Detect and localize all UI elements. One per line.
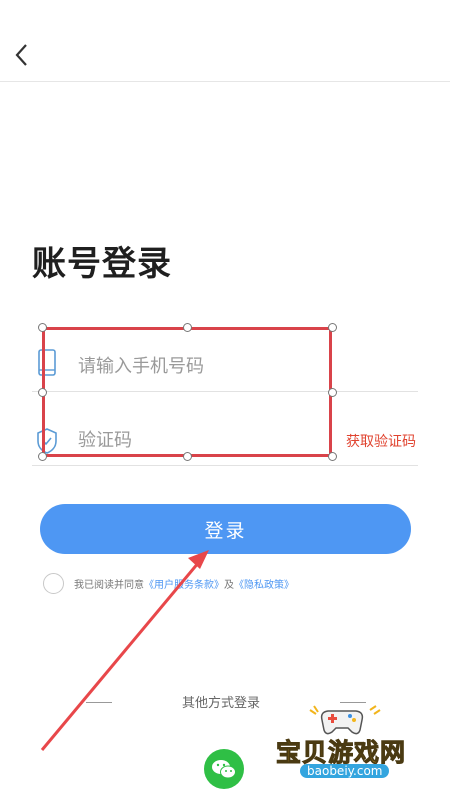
wechat-icon: [212, 760, 236, 779]
annotation-handle: [183, 323, 192, 332]
annotation-handle: [328, 388, 337, 397]
wechat-login-button[interactable]: [204, 749, 244, 789]
annotation-handle: [38, 388, 47, 397]
privacy-link[interactable]: 《隐私政策》: [234, 576, 294, 591]
page-title: 账号登录: [32, 244, 172, 284]
agreement-text: 我已阅读并同意: [74, 579, 144, 591]
annotation-handle: [38, 323, 47, 332]
annotation-highlight-box: [42, 327, 332, 457]
terms-link[interactable]: 《用户服务条款》: [144, 576, 224, 591]
watermark-logo: 宝贝游戏网 baobeiy.com: [270, 700, 450, 800]
agreement-row: 我已阅读并同意 《用户服务条款》 及 《隐私政策》: [43, 572, 294, 594]
chevron-left-icon[interactable]: [10, 40, 36, 70]
other-login-label: 其他方式登录: [182, 696, 261, 711]
annotation-handle: [183, 452, 192, 461]
agreement-and: 及: [224, 579, 234, 591]
top-bar: [0, 0, 450, 82]
annotation-handle: [328, 452, 337, 461]
login-button[interactable]: 登录: [40, 504, 411, 554]
annotation-handle: [328, 323, 337, 332]
agree-checkbox[interactable]: [43, 572, 64, 594]
annotation-handle: [38, 452, 47, 461]
get-code-button[interactable]: 获取验证码: [346, 431, 416, 451]
divider: [86, 702, 112, 703]
watermark-url: baobeiy.com: [300, 764, 390, 778]
